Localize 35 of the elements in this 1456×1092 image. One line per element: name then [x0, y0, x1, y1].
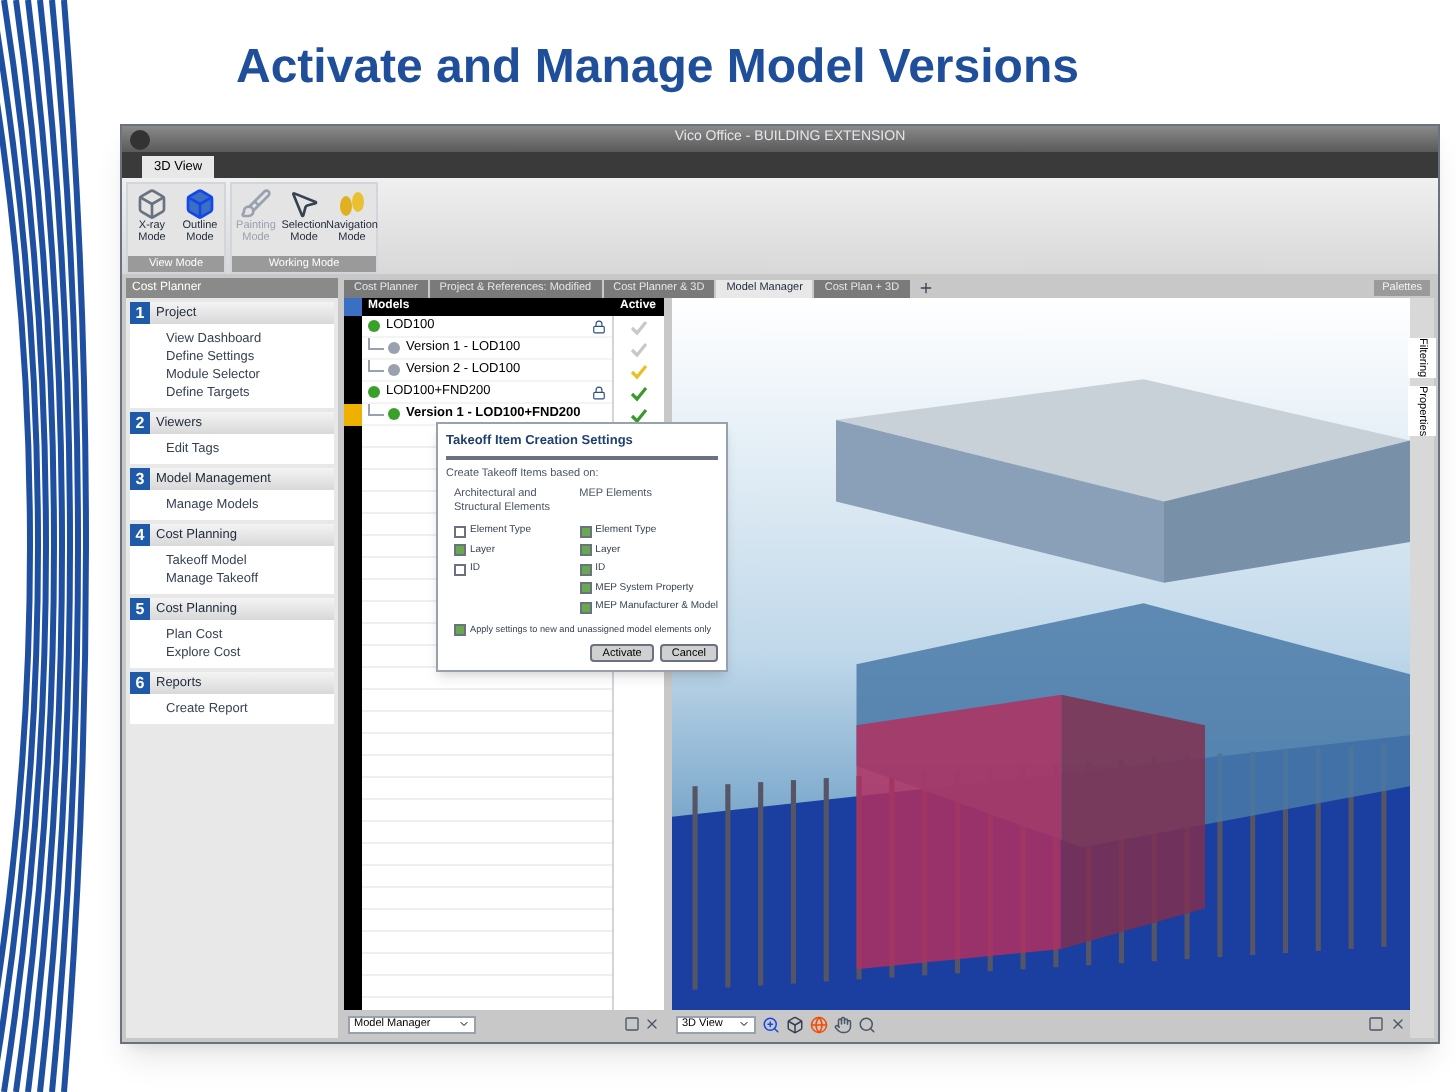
- section-number: 5: [130, 598, 150, 620]
- close-icon[interactable]: [1390, 1016, 1406, 1032]
- zoom-icon[interactable]: [762, 1015, 780, 1033]
- section-number: 2: [130, 412, 150, 434]
- lock-icon: [592, 385, 606, 399]
- maximize-icon[interactable]: [624, 1016, 640, 1032]
- checkbox[interactable]: [454, 623, 466, 636]
- caret-icon: [458, 1018, 470, 1030]
- checkbox[interactable]: [454, 563, 466, 576]
- slide-title: Activate and Manage Model Versions: [234, 38, 1081, 98]
- hand-icon[interactable]: [834, 1015, 852, 1033]
- maximize-icon[interactable]: [1368, 1016, 1384, 1032]
- app-menu-icon[interactable]: [130, 129, 150, 149]
- section-number: 4: [130, 524, 150, 546]
- checkbox[interactable]: [454, 525, 466, 538]
- cube-icon: [184, 188, 216, 220]
- checkbox[interactable]: [579, 544, 592, 557]
- section-number: 3: [130, 468, 150, 490]
- search-icon[interactable]: [858, 1015, 876, 1033]
- section-number: 6: [130, 672, 150, 694]
- close-icon[interactable]: [644, 1016, 660, 1032]
- lock-icon: [592, 319, 606, 333]
- checkbox[interactable]: [579, 582, 592, 595]
- checkbox[interactable]: [454, 544, 466, 557]
- checkbox[interactable]: [579, 601, 592, 614]
- cube-icon[interactable]: [786, 1015, 804, 1033]
- footprints-icon: [336, 188, 368, 220]
- brush-icon: [240, 188, 272, 220]
- pointer-icon: [288, 188, 320, 220]
- cube-icon: [136, 188, 168, 220]
- add-tab-icon[interactable]: [917, 280, 934, 296]
- caret-icon: [738, 1018, 750, 1030]
- checkbox[interactable]: [579, 563, 592, 576]
- section-number: 1: [130, 302, 150, 324]
- checkbox[interactable]: [579, 525, 592, 538]
